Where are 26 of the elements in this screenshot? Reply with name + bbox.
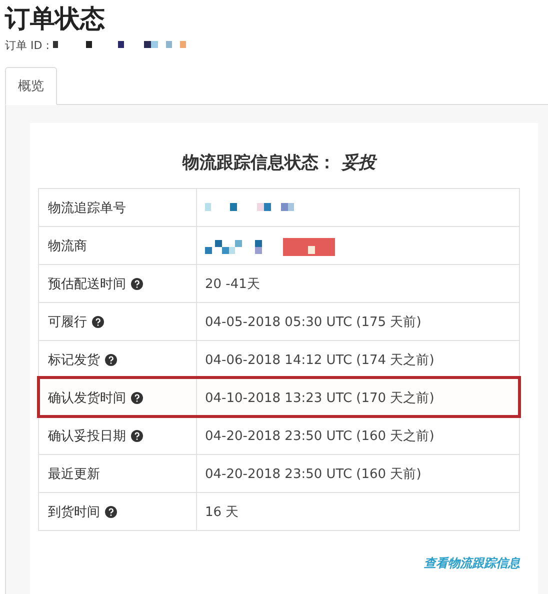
page-title: 订单状态 xyxy=(5,4,106,34)
tab[interactable]: 概览 xyxy=(5,67,57,105)
value-cell-text: 04-06-2018 14:12 UTC (174 天之前) xyxy=(204,352,436,370)
row-label: 物流商 xyxy=(48,238,87,254)
value-cell-text: 20 -41天 xyxy=(204,276,261,294)
row-label: 物流追踪单号 xyxy=(48,200,126,216)
help-icon xyxy=(131,392,143,404)
row-label: 可履行 xyxy=(48,314,87,330)
status-heading: 物流跟踪信息状态： 妥投 xyxy=(181,152,378,174)
value-cell-text: 04-20-2018 23:50 UTC (160 天之前) xyxy=(204,428,436,446)
row-label: 确认妥投日期 xyxy=(48,428,126,444)
row-label: 最近更新 xyxy=(48,466,100,482)
row-label: 到货时间 xyxy=(48,504,100,520)
value-cell-text: 04-20-2018 23:50 UTC (160 天前) xyxy=(204,466,422,484)
order-id-label: 订单 ID : xyxy=(5,38,50,52)
row-label: 确认发货时间 xyxy=(48,390,126,406)
value-cell-text: 04-10-2018 13:23 UTC (170 天之前) xyxy=(204,390,436,408)
help-icon xyxy=(105,506,117,518)
help-icon xyxy=(105,354,117,366)
value-cell-text: 04-05-2018 05:30 UTC (175 天前) xyxy=(204,314,422,332)
help-icon xyxy=(131,278,143,290)
value-cell-text: 16 天 xyxy=(204,504,240,522)
row-label: 预估配送时间 xyxy=(48,276,126,292)
row-label: 标记发货 xyxy=(48,352,100,368)
help-icon xyxy=(92,316,104,328)
help-icon xyxy=(131,430,143,442)
